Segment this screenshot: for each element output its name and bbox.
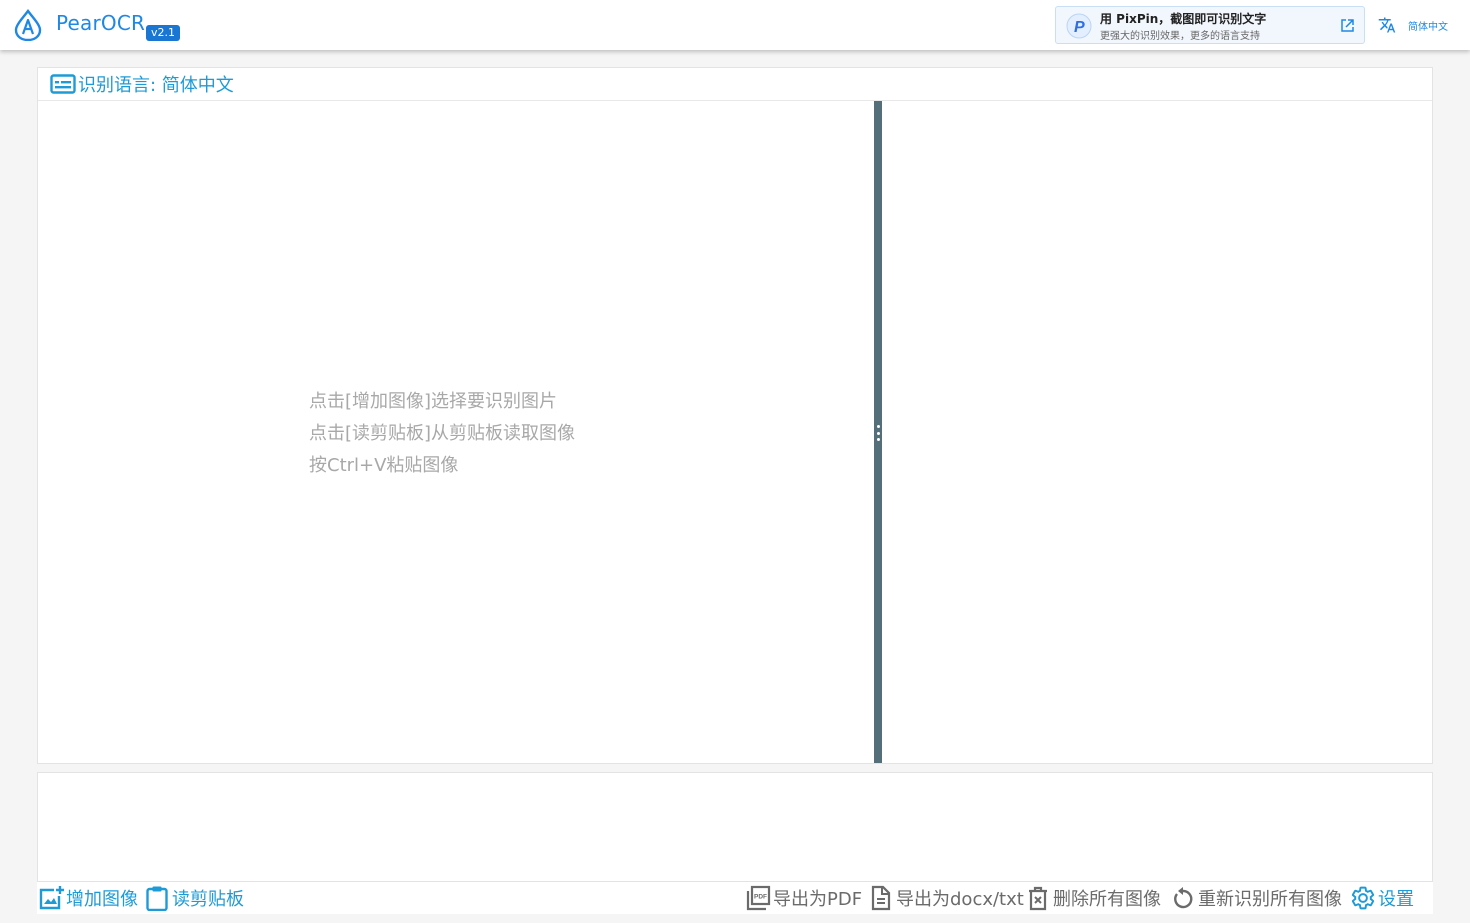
reocr-all-label: 重新识别所有图像 (1198, 889, 1342, 910)
recognition-language-label: 识别语言: 简体中文 (78, 75, 234, 96)
subtitles-icon (50, 74, 76, 94)
export-docx-label: 导出为docx/txt (896, 889, 1024, 910)
empty-state-hints: 点击[增加图像]选择要识别图片 点击[读剪贴板]从剪贴板读取图像 按Ctrl+V… (309, 386, 575, 482)
svg-text:P: P (1074, 19, 1085, 36)
hint-read-clipboard: 点击[读剪贴板]从剪贴板读取图像 (309, 423, 576, 444)
delete-all-button[interactable]: 删除所有图像 (1025, 882, 1161, 914)
pear-logo-icon[interactable] (14, 9, 42, 41)
add-image-label: 增加图像 (66, 889, 138, 910)
settings-label: 设置 (1378, 889, 1414, 910)
pixpin-icon: P (1066, 13, 1092, 39)
clipboard-icon (146, 886, 168, 911)
recognition-language-selector[interactable]: 识别语言: 简体中文 (38, 68, 1432, 101)
external-link-icon (1341, 19, 1354, 32)
refresh-icon (1174, 887, 1193, 909)
promo-subtitle: 更强大的识别效果，更多的语言支持 (1100, 31, 1260, 42)
translate-icon (1378, 17, 1396, 33)
pane-splitter[interactable] (874, 101, 882, 763)
settings-button[interactable]: 设置 (1350, 882, 1414, 914)
ocr-workspace: 识别语言: 简体中文 点击[增加图像]选择要识别图片 点击[读剪贴板]从剪贴板读… (37, 67, 1433, 764)
image-drop-area[interactable]: 点击[增加图像]选择要识别图片 点击[读剪贴板]从剪贴板读取图像 按Ctrl+V… (38, 101, 874, 763)
document-icon (871, 885, 891, 911)
bottom-toolbar: 增加图像 读剪贴板 PDF 导出为PDF 导出为docx/txt 删除所有图像 (37, 882, 1433, 914)
drag-handle-icon (876, 425, 880, 441)
delete-icon (1029, 886, 1047, 911)
pixpin-promo-banner[interactable]: P 用 PixPin，截图即可识别文字 更强大的识别效果，更多的语言支持 (1055, 6, 1365, 44)
promo-title: 用 PixPin，截图即可识别文字 (1100, 12, 1267, 26)
gear-icon (1351, 886, 1375, 910)
language-switcher[interactable]: 简体中文 (1378, 15, 1448, 35)
read-clipboard-button[interactable]: 读剪贴板 (144, 882, 244, 914)
hint-add-image: 点击[增加图像]选择要识别图片 (309, 391, 558, 412)
hint-paste: 按Ctrl+V粘贴图像 (309, 455, 459, 476)
delete-all-label: 删除所有图像 (1053, 889, 1161, 910)
read-clipboard-label: 读剪贴板 (172, 889, 244, 910)
app-name: PearOCR (56, 11, 146, 35)
reocr-all-button[interactable]: 重新识别所有图像 (1170, 882, 1342, 914)
add-image-button[interactable]: 增加图像 (38, 882, 138, 914)
export-pdf-button[interactable]: PDF 导出为PDF (745, 882, 862, 914)
result-text-area[interactable] (37, 772, 1433, 882)
export-docx-button[interactable]: 导出为docx/txt (868, 882, 1024, 914)
svg-text:PDF: PDF (754, 894, 767, 901)
result-preview-pane (882, 101, 1432, 763)
export-pdf-label: 导出为PDF (773, 889, 863, 910)
app-header: PearOCR v2.1 P 用 PixPin，截图即可识别文字 更强大的识别效… (0, 0, 1470, 50)
pdf-icon: PDF (746, 885, 771, 911)
add-photo-icon (39, 886, 64, 910)
version-badge: v2.1 (146, 25, 181, 41)
language-label: 简体中文 (1408, 21, 1448, 33)
